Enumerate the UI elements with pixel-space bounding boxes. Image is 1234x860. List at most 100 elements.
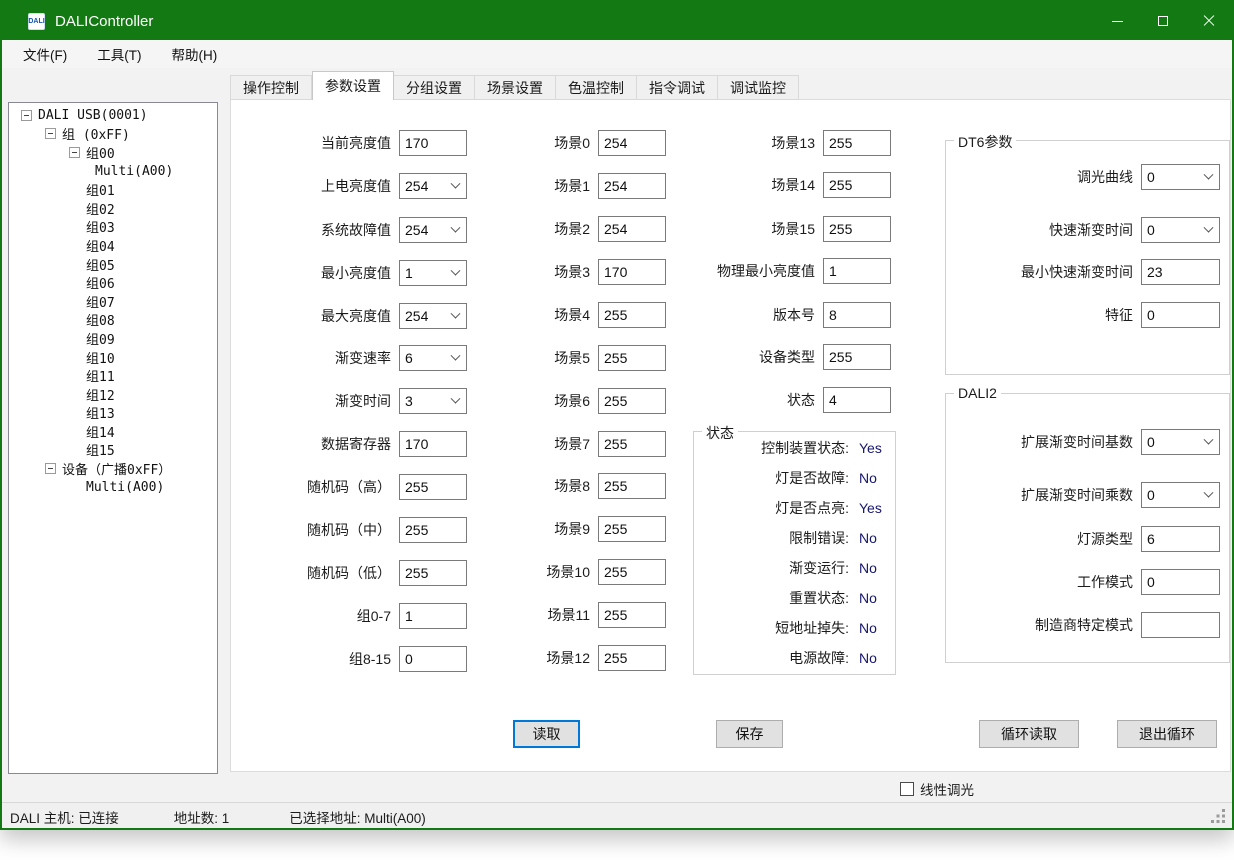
menu-help[interactable]: 帮助(H) [157,40,233,68]
light-source-type-input[interactable] [1141,526,1220,552]
scene4-input[interactable] [598,302,666,328]
scene15-input[interactable] [823,216,891,242]
manufacturer-mode-input[interactable] [1141,612,1220,638]
group-0-7-input[interactable] [399,603,467,629]
max-level-select[interactable]: 254 [399,303,467,329]
random-code-low-input[interactable] [399,560,467,586]
window-controls [1094,2,1232,40]
ext-fade-time-base-select[interactable]: 0 [1141,429,1220,455]
collapse-icon[interactable] [21,110,32,121]
tree-item-group04[interactable]: 组04 [9,236,217,255]
ext-fade-time-multiplier-select[interactable]: 0 [1141,482,1220,508]
exit-loop-button[interactable]: 退出循环 [1117,720,1217,748]
device-type-input[interactable] [823,344,891,370]
tab-operation-control[interactable]: 操作控制 [230,75,312,100]
tab-color-temp-control[interactable]: 色温控制 [556,75,637,100]
tree-item-group13[interactable]: 组13 [9,404,217,423]
collapse-icon[interactable] [69,147,80,158]
field-label: 场景11 [508,605,598,625]
power-on-level-select[interactable]: 254 [399,173,467,199]
tree-item-group00[interactable]: 组00 [9,143,217,162]
group-8-15-input[interactable] [399,646,467,672]
scene9-input[interactable] [598,516,666,542]
tree-item-group01[interactable]: 组01 [9,180,217,199]
tree-item-group10[interactable]: 组10 [9,348,217,367]
close-button[interactable] [1186,2,1232,40]
dimming-curve-select[interactable]: 0 [1141,164,1220,190]
menu-file[interactable]: 文件(F) [8,40,82,68]
tree-item-group08[interactable]: 组08 [9,311,217,330]
min-level-select[interactable]: 1 [399,260,467,286]
features-input[interactable] [1141,302,1220,328]
collapse-icon[interactable] [45,128,56,139]
tree-item-group02[interactable]: 组02 [9,199,217,218]
chevron-down-icon [1204,222,1214,232]
tab-parameter-settings[interactable]: 参数设置 [312,71,394,100]
scene5-input[interactable] [598,345,666,371]
tab-command-debug[interactable]: 指令调试 [637,75,718,100]
tree-item-dali-usb[interactable]: DALI USB(0001) [9,106,217,125]
field-label: 上电亮度值 [239,176,399,196]
scene3-input[interactable] [598,259,666,285]
combo-value: 254 [405,178,428,194]
scene0-input[interactable] [598,130,666,156]
scene10-input[interactable] [598,559,666,585]
tree-item-group14[interactable]: 组14 [9,422,217,441]
loop-read-button[interactable]: 循环读取 [979,720,1079,748]
tree-item-group15[interactable]: 组15 [9,441,217,460]
read-button[interactable]: 读取 [513,720,580,748]
tree-item-device-broadcast[interactable]: 设备（广播0xFF） [9,459,217,478]
linear-dimming-checkbox[interactable] [900,782,914,796]
tree-item-label: 组08 [86,310,115,329]
version-number-input[interactable] [823,302,891,328]
scene14-input[interactable] [823,172,891,198]
scene1-input[interactable] [598,173,666,199]
fast-fade-time-select[interactable]: 0 [1141,217,1220,243]
field-label: 扩展渐变时间乘数 [946,485,1141,505]
maximize-button[interactable] [1140,2,1186,40]
tree-item-label: 组15 [86,440,115,459]
physical-min-level-input[interactable] [823,258,891,284]
save-button[interactable]: 保存 [716,720,783,748]
linear-dimming-row: 线性调光 [900,779,974,799]
tree-item-multi-a00-device[interactable]: Multi(A00) [9,478,217,497]
scene13-input[interactable] [823,130,891,156]
tab-grouping-settings[interactable]: 分组设置 [394,75,475,100]
tree-item-group11[interactable]: 组11 [9,366,217,385]
collapse-icon[interactable] [45,463,56,474]
tree-item-group03[interactable]: 组03 [9,218,217,237]
fade-rate-select[interactable]: 6 [399,345,467,371]
tree-item-multi-a00[interactable]: Multi(A00) [9,162,217,181]
combo-value: 0 [1147,434,1155,450]
random-code-mid-input[interactable] [399,517,467,543]
scene11-input[interactable] [598,602,666,628]
operating-mode-input[interactable] [1141,569,1220,595]
tab-scene-settings[interactable]: 场景设置 [475,75,556,100]
minimize-button[interactable] [1094,2,1140,40]
tree-item-group07[interactable]: 组07 [9,292,217,311]
tab-debug-monitor[interactable]: 调试监控 [718,75,799,100]
system-failure-level-select[interactable]: 254 [399,217,467,243]
tree-item-group06[interactable]: 组06 [9,273,217,292]
tree-item-group09[interactable]: 组09 [9,329,217,348]
data-register-input[interactable] [399,431,467,457]
scene12-input[interactable] [598,645,666,671]
tree-item-group12[interactable]: 组12 [9,385,217,404]
status-value: No [859,620,877,636]
min-fast-fade-time-input[interactable] [1141,259,1220,285]
scene2-input[interactable] [598,216,666,242]
scene8-input[interactable] [598,473,666,499]
status-value-input[interactable] [823,387,891,413]
scene7-input[interactable] [598,431,666,457]
random-code-high-input[interactable] [399,474,467,500]
menu-tools[interactable]: 工具(T) [82,40,156,68]
fade-time-select[interactable]: 3 [399,388,467,414]
scene6-input[interactable] [598,388,666,414]
tree-item-group05[interactable]: 组05 [9,255,217,274]
field-label: 调光曲线 [946,167,1141,187]
combo-value: 6 [405,350,413,366]
tree-item-group-root[interactable]: 组 (0xFF) [9,125,217,144]
current-brightness-input[interactable] [399,130,467,156]
resize-grip-icon[interactable] [1211,809,1227,825]
field-label: 场景2 [508,219,598,239]
